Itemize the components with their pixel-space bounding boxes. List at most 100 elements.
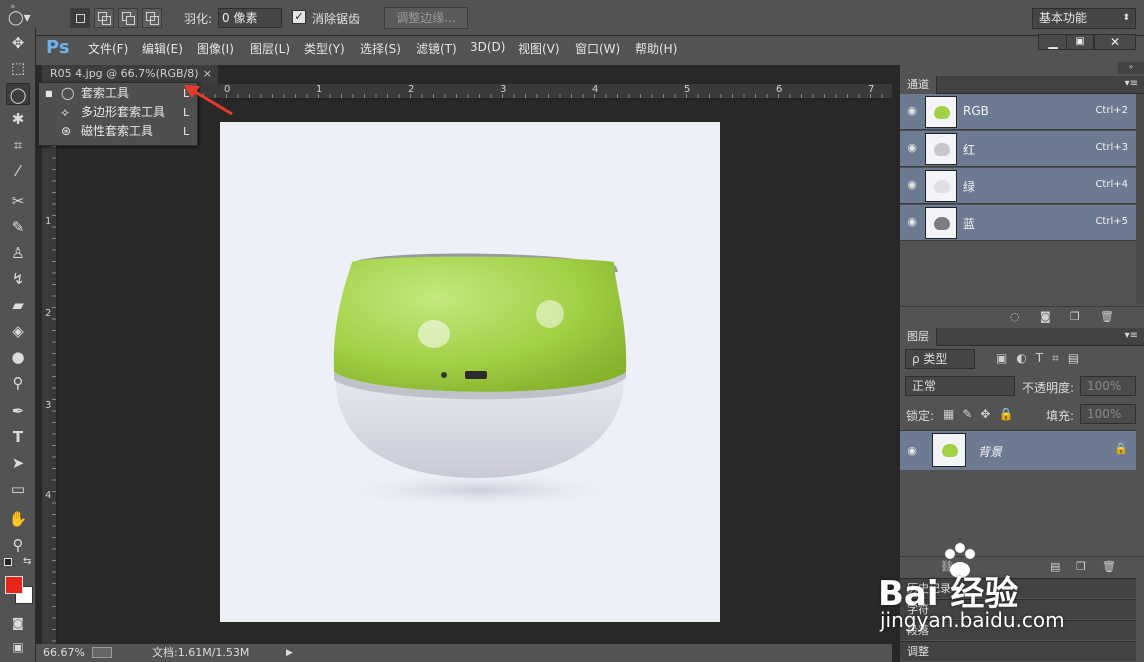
adjustments-panel-label: 调整 [907, 645, 929, 658]
eye-icon[interactable]: ◉ [905, 178, 919, 192]
hand-tool-icon[interactable]: ✋ [6, 508, 30, 530]
dodge-tool-icon[interactable]: ⚲ [6, 372, 30, 394]
lasso-flyout-menu: ■ ◯ 套索工具 L ⟡ 多边形套索工具 L ⊛ 磁性套索工具 L [38, 82, 198, 146]
eyedropper-icon[interactable]: ⁄ [6, 160, 30, 182]
flyout-item-lasso[interactable]: ■ ◯ 套索工具 L [43, 84, 195, 103]
channels-panel-menu-icon[interactable]: ▾≡ [1125, 78, 1138, 89]
path-select-icon[interactable]: ➤ [6, 452, 30, 474]
opacity-label: 不透明度: [1022, 381, 1075, 395]
tab-layers[interactable]: 图层 [900, 328, 937, 346]
menu-file[interactable]: 文件(F) [88, 40, 128, 57]
toolbox-collapse-icon[interactable]: » [10, 2, 16, 12]
feather-input[interactable]: 0 像素 [218, 8, 282, 28]
channel-row-green[interactable]: ◉ 绿 Ctrl+4 [900, 168, 1136, 204]
ruler-top-5: 5 [684, 84, 691, 95]
eraser-icon[interactable]: ▰ [6, 294, 30, 316]
new-selection-button[interactable] [70, 8, 90, 28]
history-brush-icon[interactable]: ↯ [6, 268, 30, 290]
paint-bucket-icon[interactable]: ◈ [6, 320, 30, 342]
delete-channel-icon[interactable]: 🗑 [1100, 310, 1114, 323]
intersect-selection-button[interactable] [142, 8, 162, 28]
type-tool-icon[interactable]: T [6, 426, 30, 448]
document-canvas[interactable] [220, 122, 720, 622]
healing-brush-icon[interactable]: ✂ [6, 190, 30, 212]
refine-edge-button[interactable]: 调整边缘... [384, 7, 468, 29]
layer-row-background[interactable]: ◉ 背景 🔒 [900, 430, 1136, 470]
document-tab-title: R05 4.jpg @ 66.7%(RGB/8) [50, 67, 199, 80]
channel-row-red[interactable]: ◉ 红 Ctrl+3 [900, 131, 1136, 167]
flyout-item-magnetic-lasso[interactable]: ⊛ 磁性套索工具 L [43, 122, 195, 141]
lock-label: 锁定: [906, 409, 935, 423]
eye-icon[interactable]: ◉ [905, 444, 919, 458]
marquee-tool-icon[interactable]: ⬚ [6, 57, 30, 79]
close-window-button[interactable]: ✕ [1094, 34, 1136, 50]
default-colors-icon[interactable] [4, 558, 12, 566]
lasso-tool-icon[interactable]: ◯ [6, 83, 30, 105]
layer-filter-select[interactable]: ρ 类型 [905, 349, 975, 369]
eye-icon[interactable]: ◉ [905, 104, 919, 118]
menu-select[interactable]: 选择(S) [360, 40, 401, 57]
menu-view[interactable]: 视图(V) [518, 40, 560, 57]
ruler-top-3: 3 [500, 84, 507, 95]
screen-mode-icon[interactable]: ▣ [6, 636, 30, 658]
menu-3d[interactable]: 3D(D) [470, 40, 505, 54]
status-share-icon[interactable] [92, 647, 112, 658]
load-selection-icon[interactable]: ◌ [1010, 310, 1020, 323]
channel-row-rgb[interactable]: ◉ RGB Ctrl+2 [900, 94, 1136, 130]
channel-row-blue[interactable]: ◉ 蓝 Ctrl+5 [900, 205, 1136, 241]
watermark-url: jingyan.baidu.com [880, 608, 1065, 632]
quick-mask-icon[interactable]: ◙ [6, 612, 30, 634]
lock-icons[interactable]: ▦✎✥🔒 [943, 407, 1021, 421]
menu-edit[interactable]: 编辑(E) [142, 40, 183, 57]
maximize-button[interactable]: ▣ [1066, 34, 1094, 50]
feather-label: 羽化: [184, 12, 213, 26]
zoom-level[interactable]: 66.67% [43, 644, 85, 662]
channels-scrollbar[interactable] [1136, 94, 1144, 304]
shape-tool-icon[interactable]: ▭ [6, 478, 30, 500]
move-tool-icon[interactable]: ✥ [6, 32, 30, 54]
menu-type[interactable]: 类型(Y) [304, 40, 345, 57]
pen-tool-icon[interactable]: ✒ [6, 400, 30, 422]
save-selection-icon[interactable]: ◙ [1040, 310, 1051, 323]
blur-tool-icon[interactable]: ● [6, 346, 30, 368]
menu-help[interactable]: 帮助(H) [635, 40, 677, 57]
polygonal-lasso-icon: ⟡ [61, 105, 69, 119]
blend-mode-select[interactable]: 正常 [905, 376, 1015, 396]
channel-name: RGB [963, 104, 989, 118]
eye-icon[interactable]: ◉ [905, 215, 919, 229]
panel-dock-collapse-icon[interactable]: » [1118, 62, 1144, 74]
flyout-label-polygonal-lasso: 多边形套索工具 [81, 105, 166, 119]
channel-shortcut: Ctrl+4 [1095, 179, 1128, 190]
channel-shortcut: Ctrl+3 [1095, 142, 1128, 153]
foreground-color-swatch[interactable] [5, 576, 23, 594]
magic-wand-icon[interactable]: ✱ [6, 108, 30, 130]
crop-tool-icon[interactable]: ⌗ [6, 134, 30, 156]
menu-layer[interactable]: 图层(L) [250, 40, 290, 57]
layer-filter-icons: ▣◐T⌗▤ [996, 351, 1089, 365]
menu-image[interactable]: 图像(I) [197, 40, 234, 57]
workspace-select[interactable]: 基本功能 ⬍ [1032, 8, 1136, 29]
add-selection-button[interactable] [94, 8, 114, 28]
zoom-tool-icon[interactable]: ⚲ [6, 534, 30, 556]
clone-stamp-icon[interactable]: ♙ [6, 242, 30, 264]
tab-channels[interactable]: 通道 [900, 76, 937, 94]
flyout-label-magnetic-lasso: 磁性套索工具 [81, 124, 154, 138]
menu-filter[interactable]: 滤镜(T) [416, 40, 457, 57]
swap-colors-icon[interactable]: ⇆ [23, 556, 31, 567]
fill-input[interactable]: 100% [1080, 404, 1136, 424]
opacity-input[interactable]: 100% [1080, 376, 1136, 396]
antialias-checkbox[interactable]: ✓ [292, 10, 306, 24]
status-menu-icon[interactable]: ▶ [286, 644, 293, 662]
workspace-label: 基本功能 [1039, 11, 1088, 25]
flyout-item-polygonal-lasso[interactable]: ⟡ 多边形套索工具 L [43, 103, 195, 122]
eye-icon[interactable]: ◉ [905, 141, 919, 155]
layers-panel-menu-icon[interactable]: ▾≡ [1125, 330, 1138, 341]
minimize-button[interactable]: ▁ [1038, 34, 1068, 50]
new-channel-icon[interactable]: ❐ [1070, 310, 1080, 323]
menu-bar: Ps 文件(F) 编辑(E) 图像(I) 图层(L) 类型(Y) 选择(S) 滤… [36, 34, 1144, 62]
brush-tool-icon[interactable]: ✎ [6, 216, 30, 238]
adjustments-panel-tab[interactable]: 调整 [900, 641, 1136, 661]
options-bar: ◯▾ 羽化: 0 像素 ✓ 消除锯齿 调整边缘... 基本功能 ⬍ [0, 0, 1144, 36]
menu-window[interactable]: 窗口(W) [575, 40, 620, 57]
subtract-selection-button[interactable] [118, 8, 138, 28]
